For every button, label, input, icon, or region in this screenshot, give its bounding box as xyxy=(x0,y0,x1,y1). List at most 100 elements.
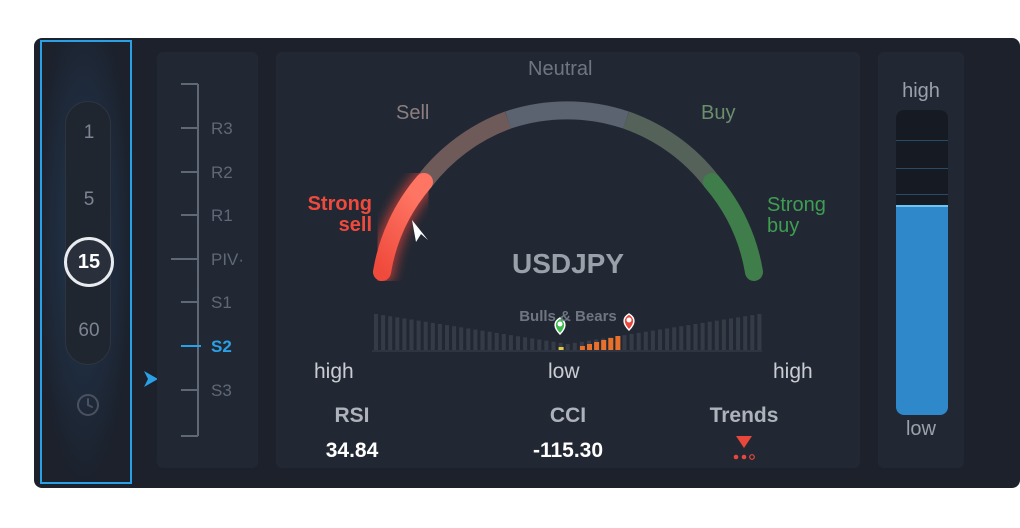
technical-widget: 1 5 15 60 R3 R2 R1 PIV· S1 S2 S3 Neutral… xyxy=(34,38,1020,488)
bulls-bears-bar xyxy=(445,325,449,350)
pivot-ladder-panel: R3 R2 R1 PIV· S1 S2 S3 xyxy=(157,52,258,468)
timeframe-5[interactable]: 5 xyxy=(66,189,112,211)
bulls-bears-bar xyxy=(707,321,712,350)
clock-icon[interactable] xyxy=(76,393,100,417)
bulls-bears-active-bar xyxy=(587,344,592,350)
timeframe-15-selected[interactable]: 15 xyxy=(64,237,114,287)
bulls-bears-bar xyxy=(700,322,705,350)
bulls-bears-bar xyxy=(679,326,684,350)
timeframe-selector: 1 5 15 60 xyxy=(64,101,114,365)
bulls-bears-bar xyxy=(537,339,542,350)
sentiment-gauge-panel: Neutral Sell Buy Strong sell Strong buy … xyxy=(276,52,860,468)
bulls-bears-bar xyxy=(650,330,655,350)
bulls-bears-active-bar xyxy=(579,346,585,350)
bulls-bears-bar xyxy=(388,316,393,350)
instrument-symbol: USDJPY xyxy=(511,248,625,279)
level-bar-low-label: low xyxy=(905,418,936,440)
bulls-bears-marker-bar xyxy=(558,347,564,350)
bulls-bears-bar xyxy=(665,328,670,350)
rsi-value: 34.84 xyxy=(325,439,379,462)
level-bar-gridline xyxy=(896,168,948,169)
bulls-bears-bar xyxy=(544,340,549,350)
bulls-bears-bar xyxy=(643,331,648,350)
bulls-bears-active-bar xyxy=(608,338,614,350)
rsi-label: RSI xyxy=(334,404,370,427)
bulls-bears-bar xyxy=(487,331,492,350)
bulls-bears-bar xyxy=(430,322,435,350)
bulls-bears-bar xyxy=(750,315,755,350)
bulls-bears-bar xyxy=(480,330,485,350)
strong-buy-line-1: Strong xyxy=(767,194,826,216)
level-bar-fill xyxy=(896,204,948,415)
down-trend-icon xyxy=(733,436,755,460)
bulls-bears-bar xyxy=(636,332,641,350)
level-bar-top-edge xyxy=(896,204,948,207)
gauge-needle-icon xyxy=(412,220,428,242)
pivot-s1: S1 xyxy=(211,293,232,312)
bulls-bears-bar xyxy=(402,318,407,350)
bulls-bears-bar xyxy=(572,342,577,350)
bulls-bears-bar xyxy=(437,324,442,350)
bulls-bears-active-bar xyxy=(594,342,600,350)
bulls-bears-active-bar xyxy=(615,336,621,350)
bulls-bears-bar xyxy=(622,335,627,350)
pivot-r2: R2 xyxy=(211,163,233,182)
trends-label: Trends xyxy=(709,404,779,427)
bulls-bears-bar xyxy=(452,326,457,350)
strong-sell-line-1: Strong xyxy=(307,193,372,215)
bulls-bears-bar xyxy=(757,314,762,350)
bulls-bears-active-bar xyxy=(601,340,607,350)
cci-value: -115.30 xyxy=(532,439,604,462)
pivot-s3: S3 xyxy=(211,381,232,400)
bulls-bears-bar xyxy=(416,320,421,350)
bulls-bears-bar xyxy=(530,338,535,350)
level-bar-gridline xyxy=(896,140,948,141)
bulls-bears-bar xyxy=(508,335,513,350)
bulls-bears-bar xyxy=(466,328,471,350)
bulls-bears-bar xyxy=(423,321,428,350)
bulls-bears-bar xyxy=(551,341,556,350)
bulls-bears-bar xyxy=(693,324,698,350)
bulls-bears-bar xyxy=(409,319,414,350)
bulls-bears-bar xyxy=(523,337,528,350)
level-bar-gridline xyxy=(896,194,948,195)
gauge-label-neutral: Neutral xyxy=(528,58,593,80)
bulls-bears-bar xyxy=(381,315,386,350)
bulls-bears-bar xyxy=(686,325,691,350)
pivot-s2-active: S2 xyxy=(211,337,232,356)
bulls-bears-bar xyxy=(473,329,478,350)
bulls-bears-bar xyxy=(459,327,464,350)
bulls-bears-bar xyxy=(565,344,570,350)
bulls-bears-bar xyxy=(629,334,634,350)
bulls-bears-bar xyxy=(395,317,400,350)
level-bar-panel: high low xyxy=(878,52,964,468)
gauge-label-strong-buy: Strong buy xyxy=(767,195,826,237)
bulls-bears-bar xyxy=(516,336,520,350)
bulls-bears-title: Bulls & Bears xyxy=(519,308,617,325)
level-bar-high-label: high xyxy=(902,80,940,102)
timeframe-60[interactable]: 60 xyxy=(66,320,112,342)
pivot-r1: R1 xyxy=(211,206,233,225)
gauge-label-sell: Sell xyxy=(396,102,430,124)
pivot-r3: R3 xyxy=(211,119,233,138)
level-bar-track xyxy=(896,110,948,415)
gauge-label-buy: Buy xyxy=(701,102,736,124)
bulls-bears-bar xyxy=(501,334,506,350)
bulls-bears-right-high: high xyxy=(773,360,813,383)
bulls-bears-bar xyxy=(714,320,719,350)
bulls-bears-bar xyxy=(672,327,677,350)
bulls-bears-bar xyxy=(743,316,748,350)
gauge-label-strong-sell: Strong sell xyxy=(294,194,372,236)
timeframe-1[interactable]: 1 xyxy=(66,122,112,144)
bulls-bears-bar xyxy=(736,317,741,350)
bulls-bears-bar xyxy=(494,332,499,350)
strong-sell-line-2: sell xyxy=(338,214,372,236)
strong-buy-line-2: buy xyxy=(767,215,800,237)
bulls-bears-bar xyxy=(729,318,733,350)
cci-label: CCI xyxy=(549,404,587,427)
bulls-bears-bar xyxy=(721,319,726,350)
bulls-bears-left-high: high xyxy=(314,360,354,383)
bulls-bears-center-low: low xyxy=(548,360,580,383)
pivot-piv: PIV· xyxy=(211,250,245,269)
bulls-bears-bar xyxy=(658,329,662,350)
